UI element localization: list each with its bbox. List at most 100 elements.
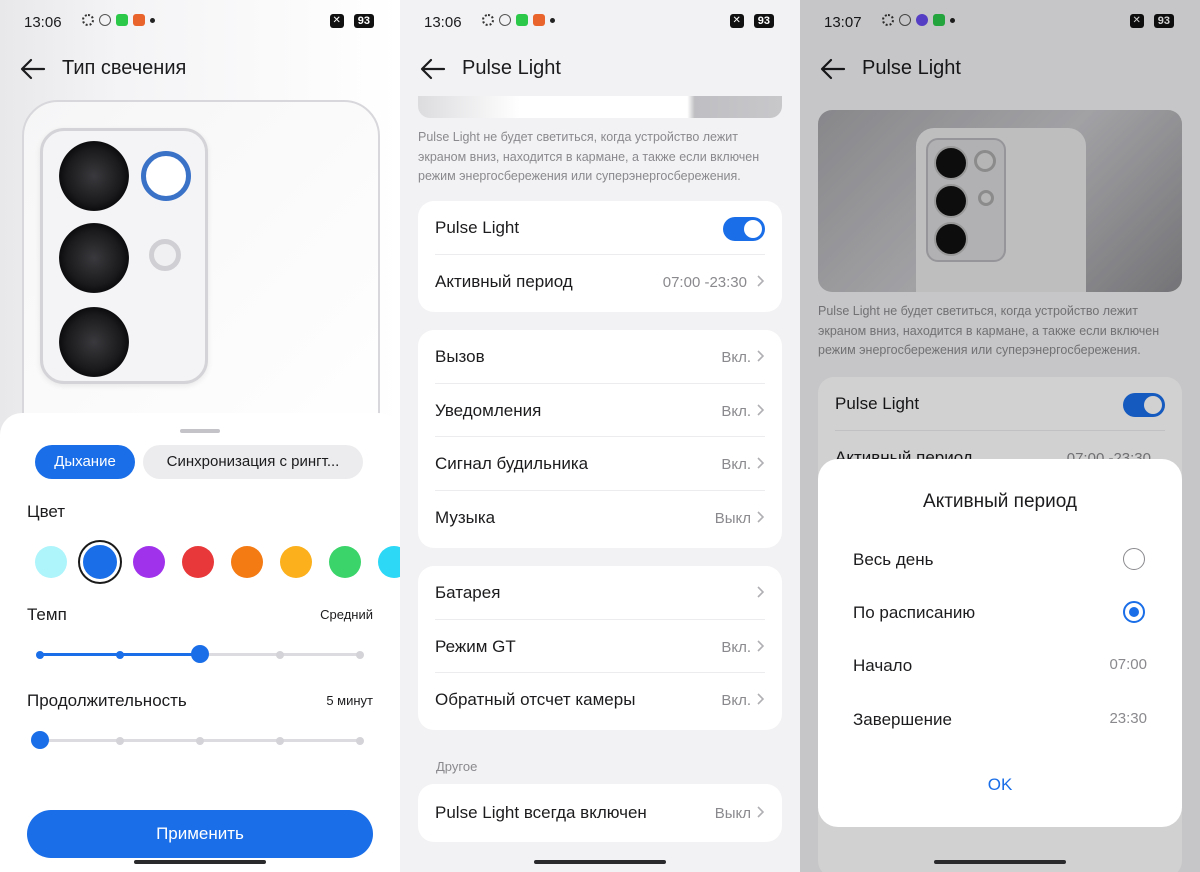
pulse-light-toggle-row[interactable]: Pulse Light [435,201,765,255]
always-on-card: Pulse Light всегда включен Выкл [418,784,782,842]
game-status-icon [533,14,545,26]
status-time: 13:06 [424,14,462,31]
chevron-right-icon [757,639,765,652]
pulse-light-main-card: Pulse Light Активный период 07:00 -23:30 [418,201,782,312]
slider-tick [276,650,284,659]
color-swatch[interactable] [231,546,263,578]
start-time-row[interactable]: Начало 07:00 [853,646,1147,686]
slider-tick [356,736,364,745]
close-notification-icon: ✕ [329,14,344,28]
slider-knob[interactable] [31,731,49,749]
chevron-right-icon [757,403,765,416]
settings-row[interactable]: Режим GT Вкл. [435,620,765,673]
chevron-right-icon [757,806,765,818]
trigger-settings-card: Батарея Режим GT Вкл. Обратный отсчет камер… [418,566,782,730]
active-period-label: Активный период [435,271,573,291]
always-on-value: Выкл [714,805,751,822]
tab-breathing[interactable]: Дыхание [35,445,135,479]
home-indicator[interactable] [134,860,266,864]
slider-tick [36,650,44,659]
color-swatch[interactable] [80,542,120,582]
status-time: 13:06 [24,14,62,31]
active-period-row[interactable]: Активный период 07:00 -23:30 [435,255,765,309]
always-on-label: Pulse Light всегда включен [435,803,647,822]
option-all-day[interactable]: Весь день [853,540,1147,580]
color-swatch[interactable] [329,546,361,578]
camera-lens [59,307,129,377]
home-indicator[interactable] [934,860,1066,864]
chevron-right-icon [757,274,765,287]
settings-row[interactable]: Батарея [435,566,765,620]
option-scheduled[interactable]: По расписанию [853,593,1147,633]
duration-slider[interactable] [31,731,364,749]
settings-row[interactable]: Сигнал будильника Вкл. [435,437,765,491]
settings-row[interactable]: Музыка Выкл [435,491,765,545]
apply-button[interactable]: Применить [27,810,373,858]
flash-ring [149,239,181,271]
color-swatch[interactable] [133,546,165,578]
settings-row-label: Уведомления [435,400,542,420]
radio-all-day[interactable] [1123,548,1145,570]
tempo-slider[interactable] [36,645,364,663]
radio-scheduled[interactable] [1123,601,1145,623]
top-bar: Pulse Light [400,48,800,90]
back-arrow-icon[interactable] [18,54,48,84]
camera-module-preview [40,128,208,384]
camera-lens [59,141,129,211]
color-swatch[interactable] [35,546,67,578]
always-on-row[interactable]: Pulse Light всегда включен Выкл [435,784,765,842]
duration-value: 5 минут [326,693,373,708]
settings-row-label: Сигнал будильника [435,454,589,473]
settings-row[interactable]: Уведомления Вкл. [435,384,765,437]
page-title: Pulse Light [462,57,561,79]
settings-row[interactable]: Вызов Вкл. [435,330,765,384]
color-swatch[interactable] [280,546,312,578]
ok-button[interactable]: OK [818,775,1182,795]
slider-knob[interactable] [191,645,209,663]
slider-tick [116,650,124,659]
settings-row-value: Вкл. [721,349,751,366]
end-time-value: 23:30 [1109,710,1147,727]
settings-row-value: Вкл. [721,402,751,420]
page-title: Тип свечения [62,57,187,79]
chevron-right-icon [757,586,765,598]
close-notification-icon: ✕ [729,14,744,28]
settings-row-value: Выкл [714,509,751,527]
tab-ringtone-sync[interactable]: Синхронизация с рингт... [143,445,363,479]
app-status-icon [516,14,528,26]
dialog-title: Активный период [923,491,1077,512]
color-swatch[interactable] [182,546,214,578]
slider-tick [196,736,204,745]
info-status-icon [499,14,511,26]
chevron-right-icon [757,693,765,705]
battery-indicator: 93 [753,14,774,28]
tempo-label: Темп [27,605,67,624]
option-scheduled-label: По расписанию [853,603,976,622]
pulse-light-ring [141,151,191,201]
settings-row-label: Музыка [435,507,496,527]
tempo-value: Средний [320,607,373,622]
settings-row-value: Вкл. [721,638,751,656]
color-swatch[interactable] [378,546,400,578]
pulse-light-note: Pulse Light не будет светиться, когда ус… [418,130,760,183]
chevron-right-icon [757,457,765,469]
settings-row-label: Батарея [435,583,501,602]
top-bar: Тип свечения [0,48,400,90]
color-label: Цвет [27,502,66,521]
drag-handle[interactable] [180,429,220,433]
pulse-light-switch[interactable] [723,217,765,241]
home-indicator[interactable] [534,860,666,864]
settings-row-label: Обратный отсчет камеры [435,690,636,709]
back-arrow-icon[interactable] [418,54,448,84]
end-time-row[interactable]: Завершение 23:30 [853,700,1147,740]
settings-row[interactable]: Обратный отсчет камеры Вкл. [435,673,765,727]
info-status-icon [99,14,111,26]
notification-sources-card: Вызов Вкл. Уведомления Вкл. Сигнал будильник… [418,330,782,548]
settings-row-value: Вкл. [721,456,751,473]
settings-status-icon [82,14,94,26]
slider-tick [276,736,284,745]
device-preview-image [418,96,782,118]
battery-indicator: 93 [353,14,374,28]
start-time-value: 07:00 [1109,656,1147,673]
settings-row-value: Вкл. [721,692,751,709]
